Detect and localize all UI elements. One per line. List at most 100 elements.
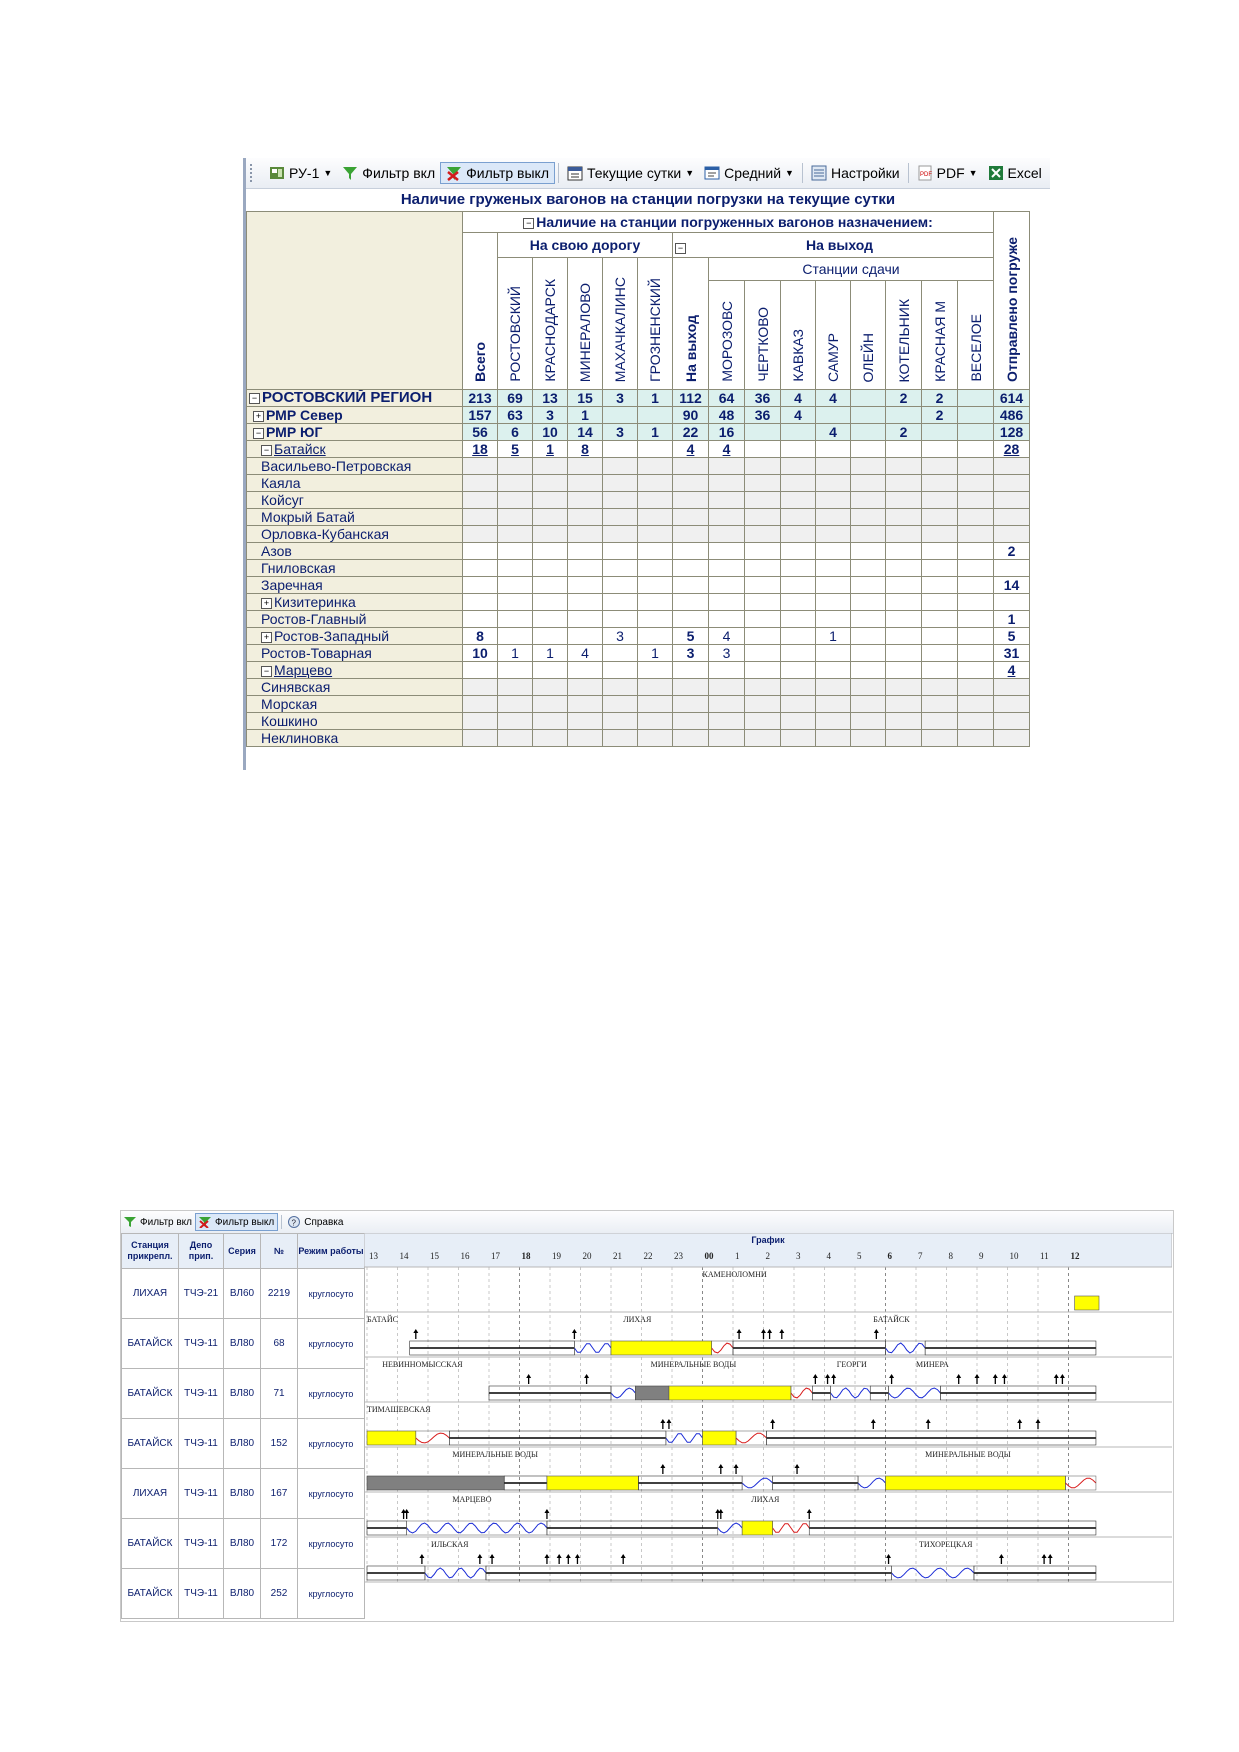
grid-cell[interactable] (497, 559, 533, 577)
locomotive-row[interactable]: ЛИХАЯ ТЧЭ-11 ВЛ80 167 круглосуто (121, 1468, 365, 1519)
grid-cell[interactable] (957, 712, 994, 730)
grid-cell[interactable] (637, 712, 673, 730)
grid-row[interactable]: Орловка-Кубанская (246, 525, 1030, 543)
grid-cell[interactable] (993, 525, 1030, 543)
grid-cell[interactable]: 1 (567, 406, 603, 424)
grid-cell[interactable] (602, 593, 638, 611)
grid-cell[interactable] (462, 695, 498, 713)
grid-cell[interactable] (815, 406, 851, 424)
grid-cell[interactable] (567, 525, 603, 543)
grid-cell[interactable]: 1 (532, 440, 568, 458)
grid-cell[interactable] (957, 644, 994, 662)
grid-cell[interactable] (993, 712, 1030, 730)
grid-cell[interactable] (885, 525, 922, 543)
grid-cell[interactable] (497, 729, 533, 747)
grid-cell[interactable] (885, 678, 922, 696)
grid-cell[interactable] (957, 525, 994, 543)
font-size-button[interactable]: Средний ▼ (699, 162, 799, 184)
grid-cell[interactable]: 4 (815, 389, 851, 407)
grid-cell[interactable] (637, 627, 673, 645)
grid-cell[interactable]: 4 (993, 661, 1030, 679)
grid-cell[interactable] (815, 525, 851, 543)
grid-cell[interactable] (462, 678, 498, 696)
grid-row[interactable]: Каяла (246, 474, 1030, 492)
row-name-cell[interactable]: Койсуг (246, 491, 463, 509)
locomotive-row[interactable]: БАТАЙСК ТЧЭ-11 ВЛ80 172 круглосуто (121, 1518, 365, 1569)
settings-button[interactable]: Настройки (806, 162, 905, 184)
grid-cell[interactable] (850, 576, 886, 594)
expand-icon[interactable]: + (261, 597, 272, 609)
grid-cell[interactable] (602, 525, 638, 543)
rest-wave-segment[interactable] (857, 1477, 886, 1489)
loaded-run-segment[interactable] (1074, 1295, 1100, 1311)
grid-cell[interactable] (708, 474, 745, 492)
grid-cell[interactable] (921, 474, 958, 492)
group-header[interactable]: − Наличие на станции погруженных вагонов … (462, 211, 994, 233)
grid-cell[interactable] (637, 491, 673, 509)
filter-on-button[interactable]: Фильтр вкл (121, 1213, 195, 1231)
grid-cell[interactable]: 3 (532, 406, 568, 424)
rest-wave-segment[interactable] (665, 1433, 703, 1443)
grid-cell[interactable] (637, 695, 673, 713)
grid-cell[interactable]: 2 (921, 406, 958, 424)
grid-cell[interactable] (602, 542, 638, 560)
grid-cell[interactable]: 36 (744, 389, 781, 407)
grid-cell[interactable] (850, 457, 886, 475)
grid-cell[interactable]: 3 (602, 627, 638, 645)
grid-cell[interactable] (744, 440, 781, 458)
grid-cell[interactable]: 157 (462, 406, 498, 424)
grid-cell[interactable] (672, 474, 709, 492)
grid-cell[interactable] (780, 678, 816, 696)
grid-cell[interactable] (850, 423, 886, 441)
grid-cell[interactable]: 1 (815, 627, 851, 645)
expand-icon[interactable]: + (253, 410, 264, 422)
grid-cell[interactable] (637, 593, 673, 611)
grid-cell[interactable]: 2 (885, 423, 922, 441)
row-name-cell[interactable]: Азов (246, 542, 463, 560)
row-name-cell[interactable]: + РМР Север (246, 406, 463, 424)
grid-cell[interactable] (921, 661, 958, 679)
grid-cell[interactable] (993, 457, 1030, 475)
grid-cell[interactable] (815, 508, 851, 526)
grid-cell[interactable] (885, 406, 922, 424)
grid-row[interactable]: Неклиновка (246, 729, 1030, 747)
grid-cell[interactable] (744, 525, 781, 543)
grid-cell[interactable] (672, 678, 709, 696)
grid-cell[interactable]: 10 (462, 644, 498, 662)
expand-icon[interactable]: + (261, 631, 272, 643)
grid-cell[interactable] (602, 474, 638, 492)
grid-row[interactable]: − Батайск 18 5 1 8 4 4 28 (246, 440, 1030, 458)
grid-cell[interactable] (885, 610, 922, 628)
rest-wave-segment[interactable] (735, 1432, 767, 1444)
grid-cell[interactable] (602, 610, 638, 628)
grid-cell[interactable]: 1 (532, 644, 568, 662)
grid-cell[interactable] (637, 559, 673, 577)
grid-cell[interactable] (815, 491, 851, 509)
grid-cell[interactable] (885, 559, 922, 577)
toolbar-grip[interactable] (250, 164, 258, 182)
grid-cell[interactable] (744, 491, 781, 509)
grid-cell[interactable] (602, 695, 638, 713)
grid-cell[interactable] (567, 661, 603, 679)
grid-cell[interactable] (885, 712, 922, 730)
row-name-cell[interactable]: Морская (246, 695, 463, 713)
grid-cell[interactable]: 5 (497, 440, 533, 458)
grid-cell[interactable] (744, 644, 781, 662)
grid-cell[interactable] (602, 644, 638, 662)
grid-cell[interactable] (462, 508, 498, 526)
grid-cell[interactable] (567, 729, 603, 747)
grid-cell[interactable] (815, 644, 851, 662)
grid-cell[interactable] (744, 695, 781, 713)
grid-cell[interactable]: 4 (672, 440, 709, 458)
grid-cell[interactable]: 1 (637, 423, 673, 441)
grid-cell[interactable] (815, 576, 851, 594)
rest-wave-segment[interactable] (888, 1387, 941, 1399)
row-name-cell[interactable]: − РОСТОВСКИЙ РЕГИОН (246, 389, 463, 407)
grid-row[interactable]: Ростов-Главный 1 (246, 610, 1030, 628)
grid-cell[interactable] (993, 508, 1030, 526)
grid-cell[interactable] (957, 389, 994, 407)
grid-cell[interactable] (815, 678, 851, 696)
loaded-run-segment[interactable] (741, 1520, 773, 1536)
row-name-cell[interactable]: Неклиновка (246, 729, 463, 747)
grid-cell[interactable] (708, 593, 745, 611)
